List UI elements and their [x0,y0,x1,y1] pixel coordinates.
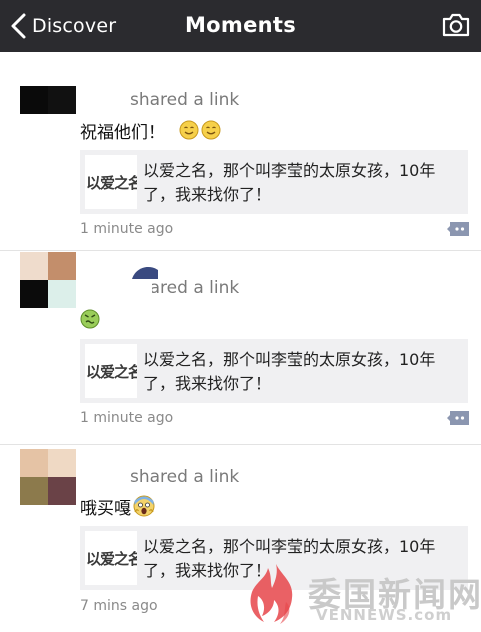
nauseated-face-icon [80,309,100,329]
link-thumbnail-text: 以爱之名 [86,363,137,381]
divider [0,250,481,251]
comment-icon[interactable] [447,222,469,238]
link-card[interactable]: 以爱之名 以爱之名，那个叫李莹的太原女孩，10年了，我来找你了！ [80,339,468,403]
link-card[interactable]: 以爱之名 以爱之名，那个叫李莹的太原女孩，10年了，我来找你了！ [80,150,468,214]
avatar[interactable] [20,449,76,505]
post-time: 7 mins ago [80,598,158,614]
post-text [80,307,100,331]
link-title: 以爱之名，那个叫李莹的太原女孩，10年了，我来找你了！ [143,161,436,204]
avatar[interactable] [20,252,76,308]
post-text-content: 祝福他们！ [80,122,165,143]
smiling-face-icon [201,120,221,140]
name-blur [132,266,158,279]
comment-icon[interactable] [447,411,469,427]
flame-logo-icon [250,564,293,624]
link-thumbnail-text: 以爱之名 [86,550,137,568]
post-time: 1 minute ago [80,410,174,426]
page-title: Moments [184,13,297,37]
smiling-face-icon [179,120,199,140]
screaming-face-icon [133,495,155,517]
post-text-content: 哦买嘎 [80,498,131,519]
shared-link-label: shared a link [130,278,240,298]
link-thumbnail: 以爱之名 [85,155,137,209]
link-thumbnail-text: 以爱之名 [86,174,137,192]
link-title: 以爱之名，那个叫李莹的太原女孩，10年了，我来找你了！ [143,350,436,393]
watermark: 委国新闻网 VENNEWS.com [246,560,481,632]
link-thumbnail: 以爱之名 [85,344,137,398]
shared-link-label: shared a link [130,90,240,110]
link-thumbnail: 以爱之名 [85,531,137,585]
divider [0,444,481,445]
post-text: 祝福他们！ [80,118,221,143]
post-time: 1 minute ago [80,221,174,237]
post-text: 哦买嘎 [80,494,155,519]
moment-post: shared a link 祝福他们！ 以爱之名 以爱之名，那个叫李莹的太原女孩… [0,52,481,252]
avatar[interactable] [20,86,76,114]
nav-bar: Discover Moments [0,0,481,52]
camera-icon[interactable] [441,12,471,38]
moment-post: shared a link 以爱之名 以爱之名，那个叫李莹的太原女孩，10年了，… [0,252,481,444]
shared-link-label: shared a link [130,467,240,487]
watermark-domain: VENNEWS.com [316,606,453,624]
